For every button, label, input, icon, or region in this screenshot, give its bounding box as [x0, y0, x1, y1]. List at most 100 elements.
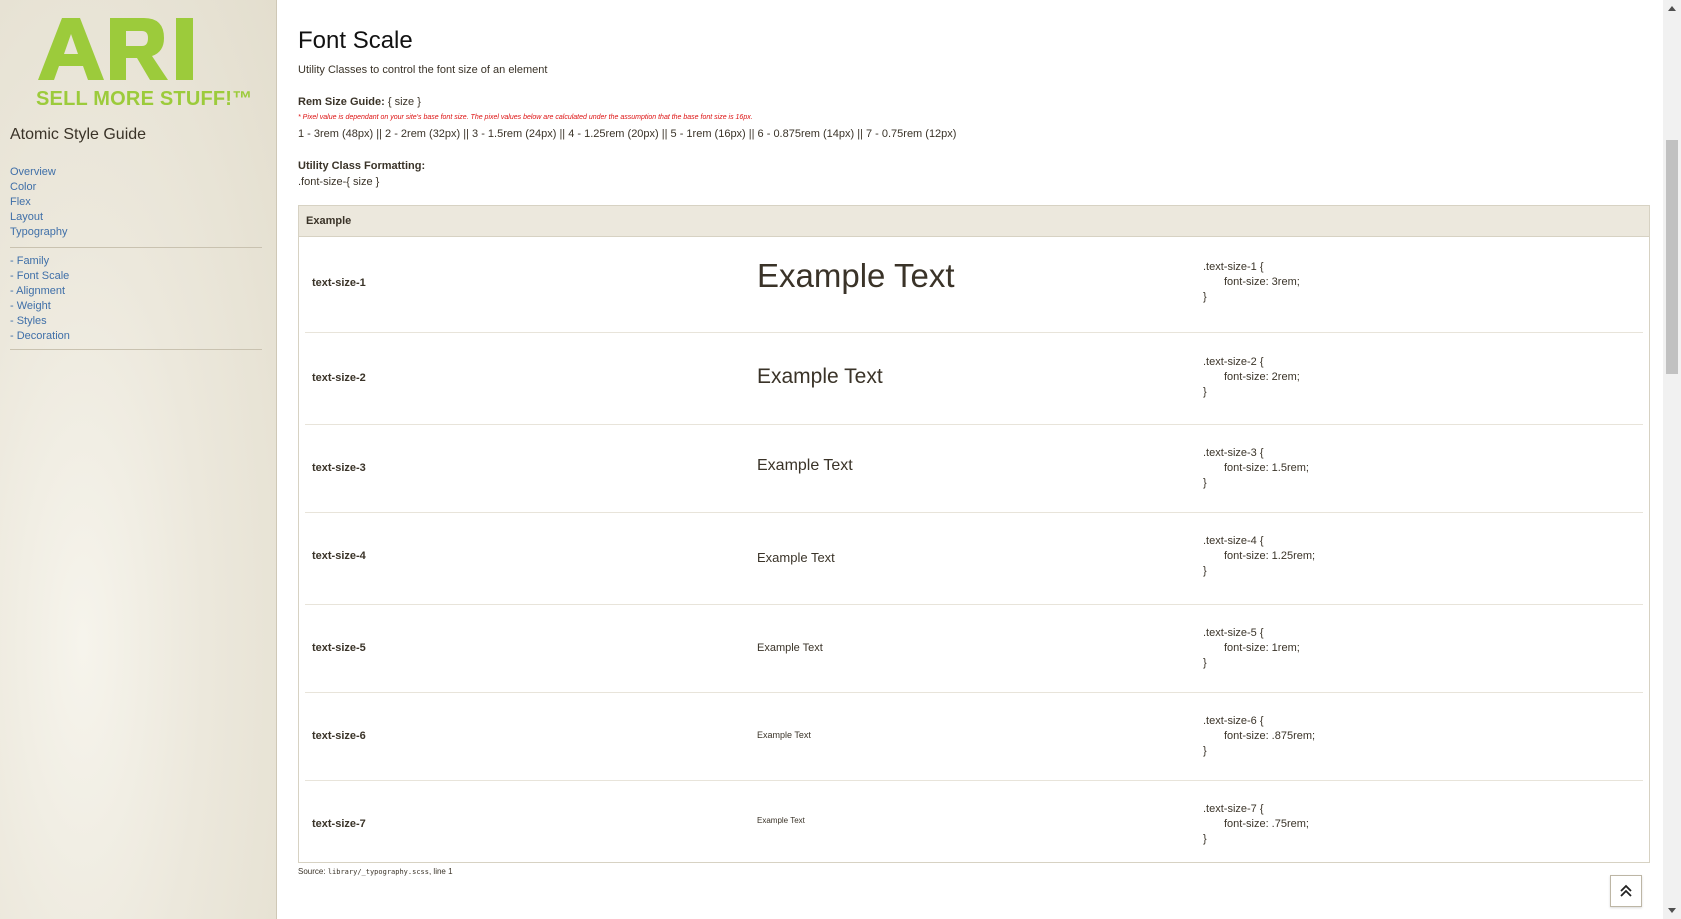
code-close: }: [1203, 386, 1207, 398]
example-text: Example Text: [757, 642, 823, 654]
code-rule: font-size: 3rem;: [1224, 276, 1300, 288]
code-close: }: [1203, 565, 1207, 577]
format-value: .font-size-{ size }: [298, 176, 380, 188]
code-rule: font-size: .75rem;: [1224, 818, 1309, 830]
nav-item-layout[interactable]: Layout: [10, 210, 67, 225]
rem-size-guide-label: Rem Size Guide:: [298, 96, 385, 108]
table-row: text-size-1 Example Text .text-size-1 { …: [305, 237, 1643, 333]
rem-values: 1 - 3rem (48px) || 2 - 2rem (32px) || 3 …: [298, 128, 957, 140]
nav-item-color[interactable]: Color: [10, 180, 67, 195]
class-name: text-size-3: [312, 462, 366, 474]
code-snippet: .text-size-2 { font-size: 2rem; }: [1203, 355, 1300, 400]
back-to-top-button[interactable]: [1610, 875, 1642, 907]
code-open: .text-size-5 {: [1203, 627, 1264, 639]
code-rule: font-size: 1.25rem;: [1224, 550, 1316, 562]
page-title: Font Scale: [298, 27, 413, 54]
nav-item-overview[interactable]: Overview: [10, 165, 67, 180]
table-row: text-size-7 Example Text .text-size-7 { …: [305, 781, 1643, 861]
subnav-item-weight[interactable]: - Weight: [10, 299, 70, 314]
subnav-item-family[interactable]: - Family: [10, 254, 70, 269]
code-rule: font-size: 1.5rem;: [1224, 462, 1309, 474]
table-row: text-size-6 Example Text .text-size-6 { …: [305, 693, 1643, 781]
code-open: .text-size-2 {: [1203, 356, 1264, 368]
scroll-up-arrow-icon[interactable]: [1663, 0, 1681, 16]
class-name: text-size-4: [312, 550, 366, 562]
subnav-item-styles[interactable]: - Styles: [10, 314, 70, 329]
subnav-link-styles[interactable]: - Styles: [10, 315, 47, 327]
table-row: text-size-5 Example Text .text-size-5 { …: [305, 605, 1643, 693]
example-text: Example Text: [757, 257, 955, 294]
rem-size-guide: Rem Size Guide: { size }: [298, 96, 421, 108]
table-row: text-size-3 Example Text .text-size-3 { …: [305, 425, 1643, 513]
code-close: }: [1203, 291, 1207, 303]
sidebar-nav: Overview Color Flex Layout Typography: [10, 165, 67, 240]
table-header: Example: [299, 206, 1649, 237]
subnav-item-font-scale[interactable]: - Font Scale: [10, 269, 70, 284]
code-snippet: .text-size-6 { font-size: .875rem; }: [1203, 714, 1315, 759]
logo-tagline: SELL MORE STUFF!™: [36, 88, 253, 110]
code-rule: font-size: 2rem;: [1224, 371, 1300, 383]
example-text: Example Text: [757, 550, 835, 565]
scroll-down-arrow-icon[interactable]: [1663, 903, 1681, 919]
class-name: text-size-1: [312, 277, 366, 289]
main-content: Font Scale Utility Classes to control th…: [277, 0, 1663, 919]
code-open: .text-size-3 {: [1203, 447, 1264, 459]
example-table: Example text-size-1 Example Text .text-s…: [298, 205, 1650, 863]
vertical-scrollbar[interactable]: [1663, 0, 1681, 919]
scrollbar-thumb[interactable]: [1666, 140, 1678, 374]
code-close: }: [1203, 657, 1207, 669]
subnav-link-decoration[interactable]: - Decoration: [10, 330, 70, 342]
example-text: Example Text: [757, 457, 853, 474]
source-label: Source:: [298, 867, 326, 876]
nav-link-typography[interactable]: Typography: [10, 226, 67, 238]
code-rule: font-size: .875rem;: [1224, 730, 1316, 742]
code-close: }: [1203, 477, 1207, 489]
subnav-link-weight[interactable]: - Weight: [10, 300, 51, 312]
nav-item-flex[interactable]: Flex: [10, 195, 67, 210]
source-note: Source: library/_typography.scss, line 1: [298, 867, 453, 876]
code-snippet: .text-size-7 { font-size: .75rem; }: [1203, 802, 1309, 847]
class-name: text-size-7: [312, 818, 366, 830]
code-open: .text-size-7 {: [1203, 803, 1264, 815]
nav-link-overview[interactable]: Overview: [10, 166, 56, 178]
subnav-link-family[interactable]: - Family: [10, 255, 49, 267]
code-rule: font-size: 1rem;: [1224, 642, 1300, 654]
sidebar-title: Atomic Style Guide: [10, 126, 147, 143]
subnav-item-decoration[interactable]: - Decoration: [10, 329, 70, 344]
class-name: text-size-5: [312, 642, 366, 654]
subnav-link-font-scale[interactable]: - Font Scale: [10, 270, 69, 282]
code-open: .text-size-6 {: [1203, 715, 1264, 727]
sidebar: SELL MORE STUFF!™ Atomic Style Guide Ove…: [0, 0, 277, 919]
rem-note: * Pixel value is dependant on your site'…: [298, 114, 753, 121]
double-chevron-up-icon: [1620, 884, 1632, 897]
class-name: text-size-2: [312, 372, 366, 384]
subnav-link-alignment[interactable]: - Alignment: [10, 285, 65, 297]
subnav-item-alignment[interactable]: - Alignment: [10, 284, 70, 299]
code-snippet: .text-size-4 { font-size: 1.25rem; }: [1203, 534, 1315, 579]
sidebar-divider: [10, 349, 262, 350]
ari-logo[interactable]: SELL MORE STUFF!™: [36, 14, 253, 112]
nav-link-layout[interactable]: Layout: [10, 211, 43, 223]
ari-logo-mark: [38, 18, 193, 80]
nav-item-typography[interactable]: Typography: [10, 225, 67, 240]
code-open: .text-size-4 {: [1203, 535, 1264, 547]
code-close: }: [1203, 745, 1207, 757]
nav-link-color[interactable]: Color: [10, 181, 36, 193]
example-text: Example Text: [757, 365, 883, 388]
nav-link-flex[interactable]: Flex: [10, 196, 31, 208]
class-name: text-size-6: [312, 730, 366, 742]
code-snippet: .text-size-3 { font-size: 1.5rem; }: [1203, 446, 1309, 491]
source-file: library/_typography.scss: [327, 868, 429, 876]
code-open: .text-size-1 {: [1203, 261, 1264, 273]
rem-size-guide-value: { size }: [387, 96, 421, 108]
code-close: }: [1203, 833, 1207, 845]
source-line: , line 1: [428, 867, 453, 876]
sidebar-divider: [10, 247, 262, 248]
code-snippet: .text-size-5 { font-size: 1rem; }: [1203, 626, 1300, 671]
format-label: Utility Class Formatting:: [298, 160, 426, 172]
sidebar-subnav: - Family - Font Scale - Alignment - Weig…: [10, 254, 70, 344]
example-text: Example Text: [757, 816, 805, 825]
page-subtitle: Utility Classes to control the font size…: [298, 64, 548, 76]
table-row: text-size-4 Example Text .text-size-4 { …: [305, 513, 1643, 605]
example-text: Example Text: [757, 730, 811, 740]
